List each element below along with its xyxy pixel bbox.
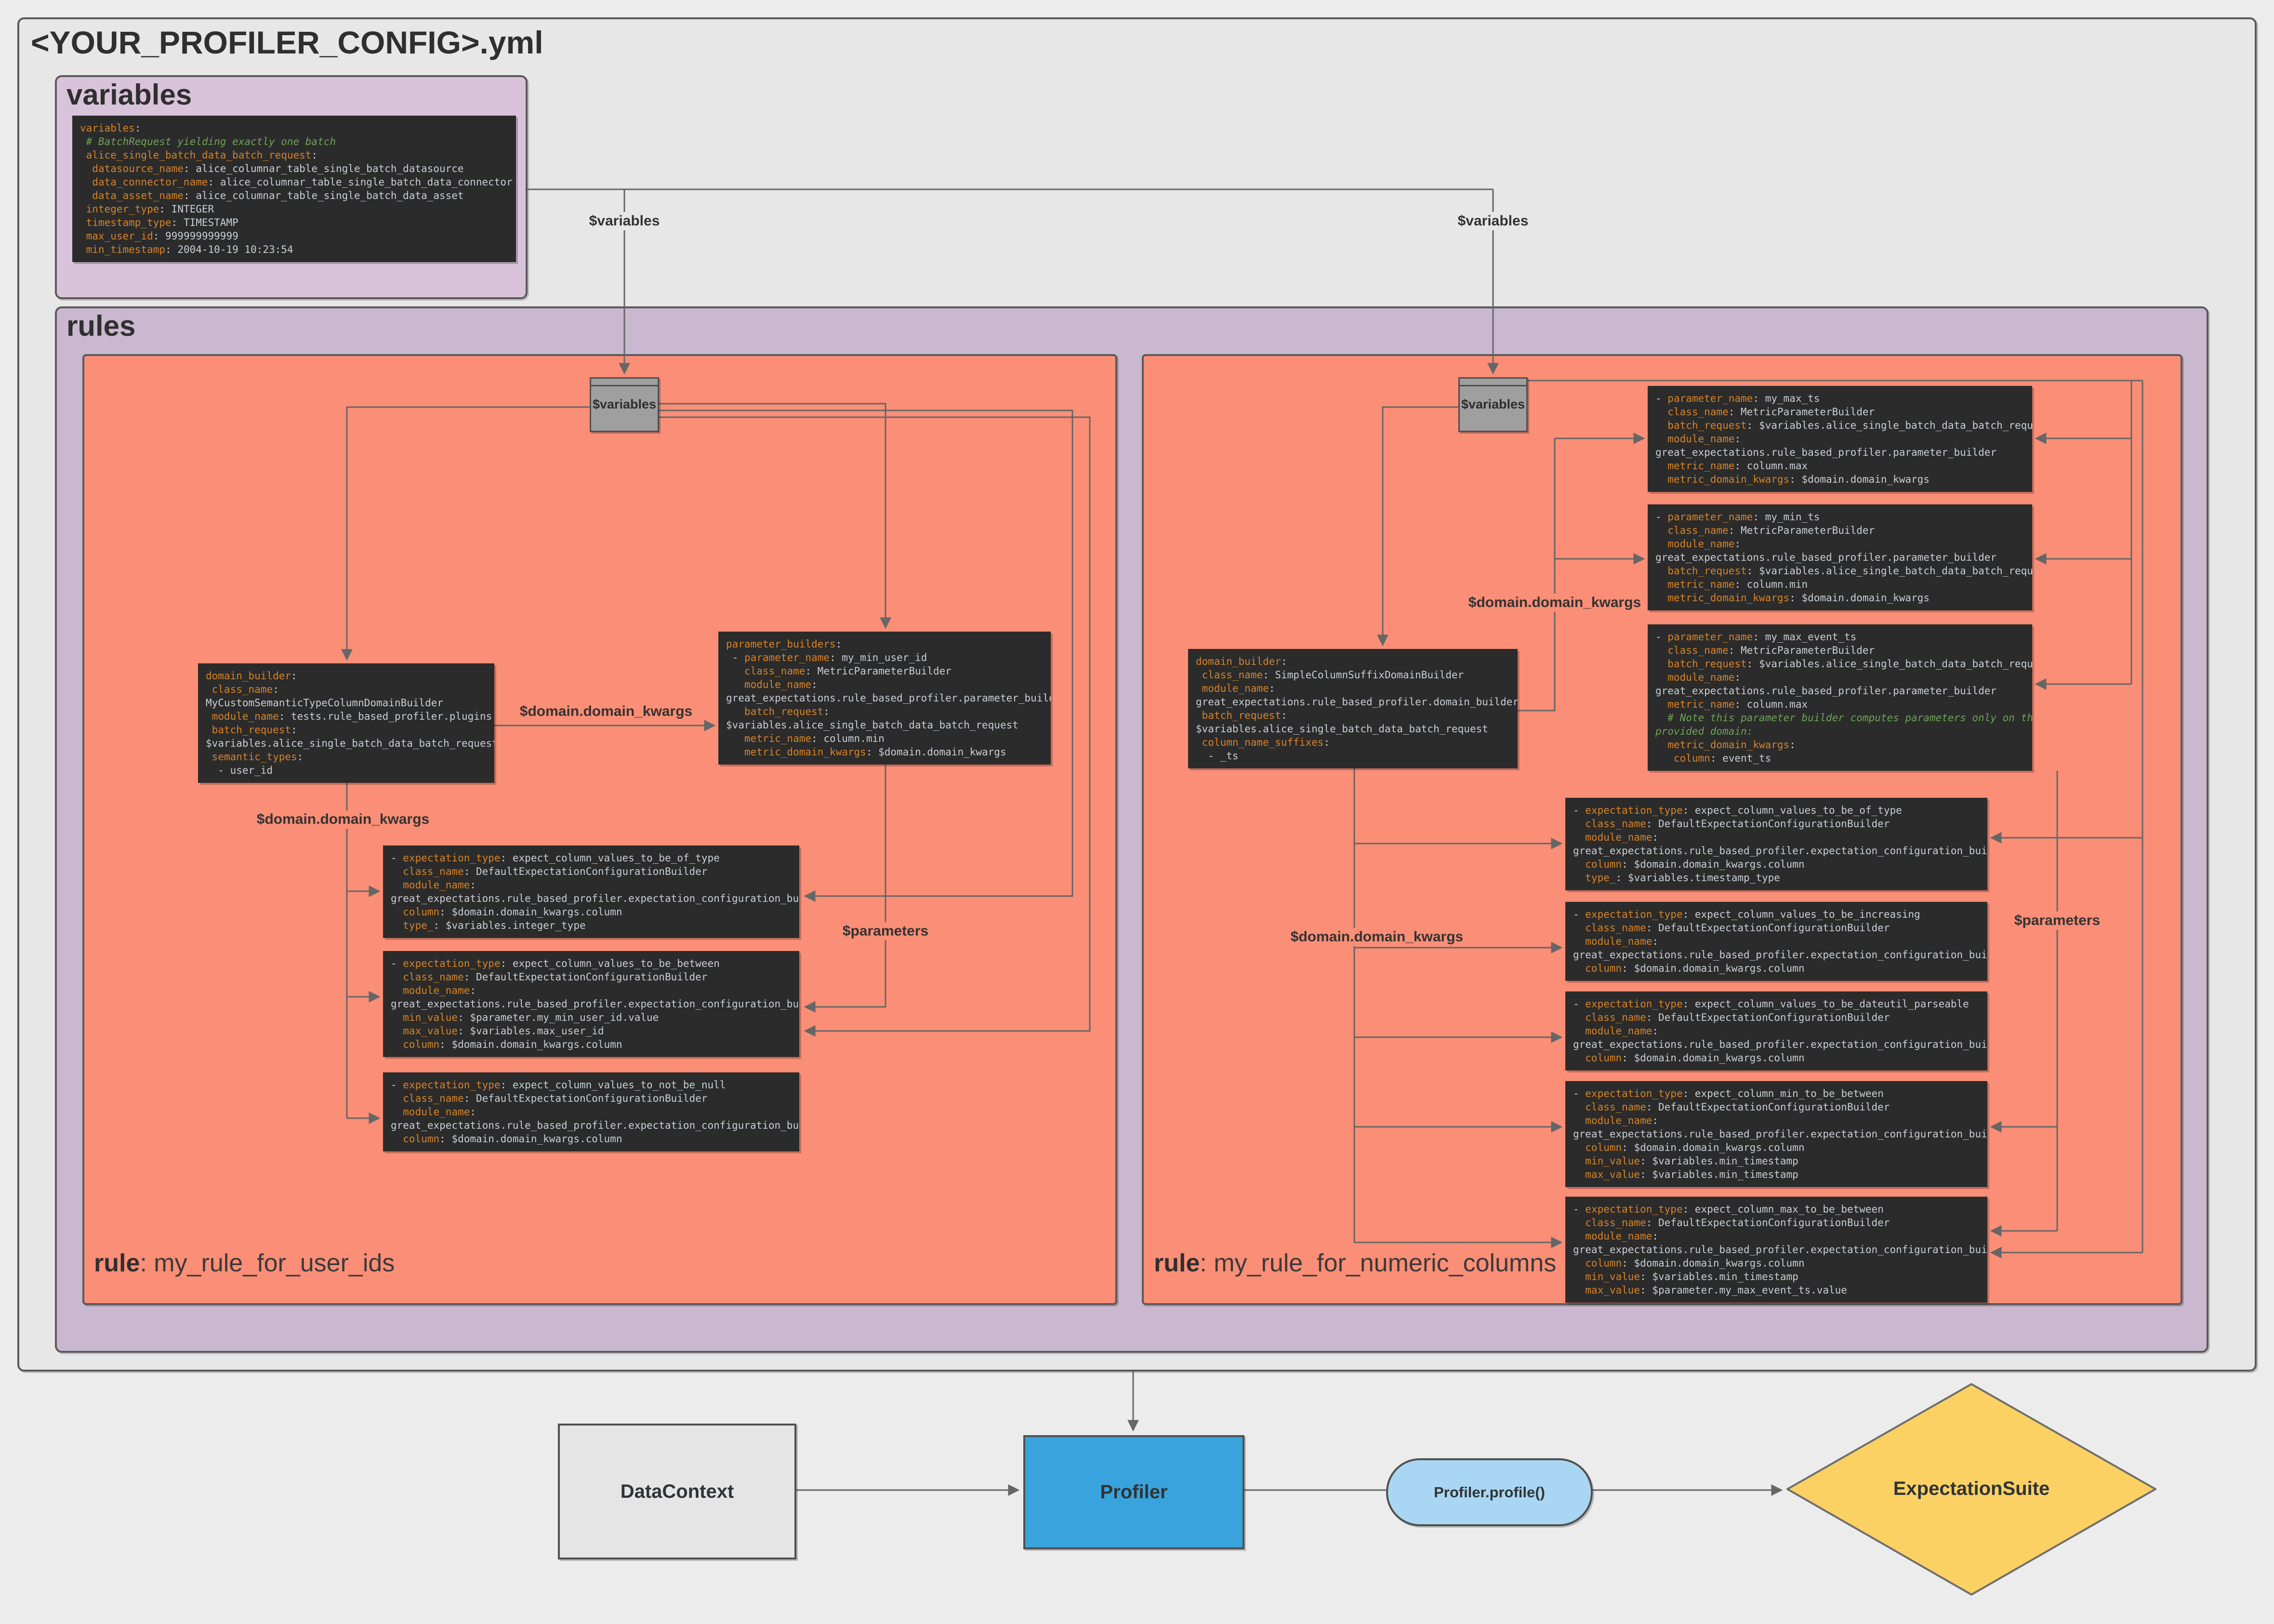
- wire-label-domain-kwargs-down-left: $domain.domain_kwargs: [253, 810, 433, 829]
- variables-node-bar: [1460, 379, 1526, 386]
- variables-node-label: $variables: [1460, 397, 1526, 412]
- variables-node-left: $variables: [590, 377, 659, 432]
- left-parameter-builders-block: parameter_builders: - parameter_name: my…: [718, 632, 1051, 765]
- profiler-label: Profiler: [1100, 1481, 1167, 1503]
- variables-heading: variables: [66, 78, 192, 111]
- right-expectation-min-between-block: - expectation_type: expect_column_min_to…: [1565, 1081, 1987, 1187]
- right-expectation-increasing-block: - expectation_type: expect_column_values…: [1565, 902, 1987, 981]
- rule-box-user-ids: [82, 354, 1117, 1305]
- rule-label-key: rule: [94, 1249, 140, 1277]
- variables-node-label: $variables: [591, 397, 658, 412]
- expectation-suite-label: ExpectationSuite: [1893, 1478, 2050, 1500]
- right-param-min-ts-block: - parameter_name: my_min_ts class_name: …: [1648, 504, 2032, 610]
- profiler-config-diagram: { "title": "<YOUR_PROFILER_CONFIG>.yml",…: [0, 0, 2274, 1624]
- left-expectation-of-type-block: - expectation_type: expect_column_values…: [383, 845, 799, 938]
- left-expectation-between-block: - expectation_type: expect_column_values…: [383, 951, 799, 1057]
- wire-label-parameters-right: $parameters: [2010, 911, 2104, 930]
- wire-label-domain-kwargs-mid-left: $domain.domain_kwargs: [516, 702, 696, 721]
- rules-heading: rules: [66, 309, 135, 343]
- wire-label-variables-left: $variables: [585, 212, 664, 230]
- datacontext-node: DataContext: [558, 1424, 796, 1559]
- left-expectation-not-null-block: - expectation_type: expect_column_values…: [383, 1072, 799, 1151]
- wire-label-domain-kwargs-down-right: $domain.domain_kwargs: [1287, 928, 1467, 946]
- rule-label-value: : my_rule_for_user_ids: [140, 1249, 395, 1277]
- left-domain-builder-block: domain_builder: class_name:MyCustomSeman…: [198, 663, 494, 783]
- right-param-max-ts-block: - parameter_name: my_max_ts class_name: …: [1648, 386, 2032, 492]
- profiler-node: Profiler: [1023, 1435, 1244, 1549]
- wire-label-parameters-left: $parameters: [839, 922, 932, 940]
- rule-label-numeric-columns: rule: my_rule_for_numeric_columns: [1154, 1249, 1556, 1278]
- right-domain-builder-block: domain_builder: class_name: SimpleColumn…: [1188, 649, 1518, 768]
- datacontext-label: DataContext: [621, 1481, 734, 1503]
- variables-node-bar: [591, 379, 658, 386]
- page-title: <YOUR_PROFILER_CONFIG>.yml: [31, 24, 543, 61]
- rule-label-key: rule: [1154, 1249, 1200, 1277]
- wire-label-domain-kwargs-up-right: $domain.domain_kwargs: [1465, 594, 1645, 612]
- profiler-profile-label: Profiler.profile(): [1434, 1484, 1545, 1501]
- rule-label-value: : my_rule_for_numeric_columns: [1200, 1249, 1556, 1277]
- variables-node-right: $variables: [1458, 377, 1528, 432]
- wire-label-variables-right: $variables: [1454, 212, 1533, 230]
- variables-code-block: variables: # BatchRequest yielding exact…: [72, 116, 516, 262]
- right-expectation-of-type-block: - expectation_type: expect_column_values…: [1565, 798, 1987, 890]
- right-expectation-max-between-block: - expectation_type: expect_column_max_to…: [1565, 1197, 1987, 1303]
- right-expectation-dateutil-block: - expectation_type: expect_column_values…: [1565, 991, 1987, 1070]
- profiler-profile-pill: Profiler.profile(): [1386, 1458, 1593, 1526]
- right-param-max-event-ts-block: - parameter_name: my_max_event_ts class_…: [1648, 624, 2032, 771]
- rule-label-user-ids: rule: my_rule_for_user_ids: [94, 1249, 395, 1278]
